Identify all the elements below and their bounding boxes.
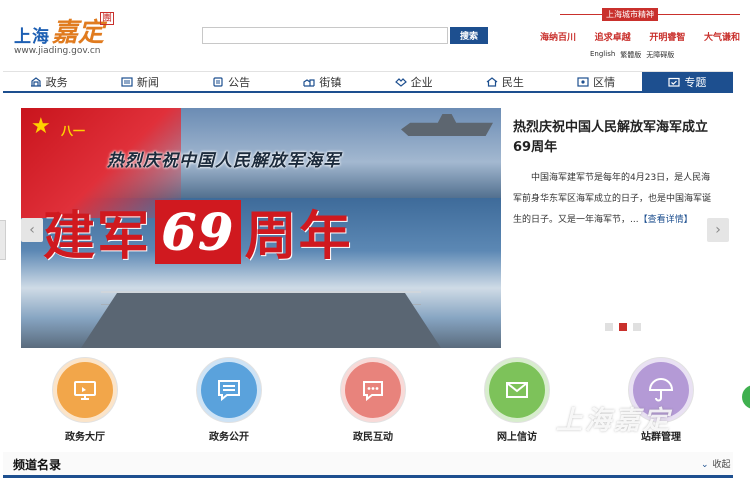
nav-label: 专题 — [684, 75, 707, 89]
map-pin-icon — [577, 76, 589, 87]
directory-collapse-toggle[interactable]: ⌄ 收起 — [701, 457, 731, 470]
spirit-words: 海纳百川 追求卓越 开明睿智 大气谦和 — [540, 30, 740, 43]
chevron-right-icon: › — [715, 222, 721, 238]
nav-item-zhengwu[interactable]: 政务 — [3, 72, 94, 91]
banner-flag-text: 八一 — [61, 124, 86, 138]
quick-link-label: 政民互动 — [353, 432, 393, 443]
spirit-word: 大气谦和 — [703, 33, 740, 43]
spirit-word: 追求卓越 — [594, 33, 631, 43]
newspaper-icon — [121, 76, 133, 87]
slider-prev-button[interactable]: ‹ — [21, 218, 43, 242]
quick-link-interaction[interactable]: 政民互动 — [328, 358, 418, 443]
quick-link-circle — [485, 358, 549, 422]
lang-link-english[interactable]: English — [590, 50, 615, 60]
quick-link-service-hall[interactable]: 政务大厅 — [40, 358, 130, 443]
floating-service-button[interactable] — [742, 385, 750, 409]
spirit-tag: 上海城市精神 — [602, 8, 658, 21]
slider-dot-active[interactable] — [619, 323, 627, 331]
search-button[interactable]: 搜索 — [450, 27, 488, 44]
nav-label: 政务 — [45, 75, 68, 89]
banner-headline-after: 周年 — [244, 206, 353, 267]
quick-link-label: 网上信访 — [497, 432, 537, 443]
nav-label: 民生 — [501, 75, 524, 89]
quick-link-label: 政务公开 — [209, 432, 249, 443]
chat-doc-icon — [218, 380, 240, 402]
logo-text: 上海 — [14, 27, 50, 47]
calendar-check-icon — [668, 77, 680, 87]
slider-dots — [605, 323, 641, 331]
nav-item-jiezhen[interactable]: 街镇 — [277, 72, 368, 91]
nav-item-xinwen[interactable]: 新闻 — [94, 72, 185, 91]
quick-link-label: 政务大厅 — [65, 432, 105, 443]
nav-item-minsheng[interactable]: 民生 — [459, 72, 550, 91]
building-icon — [30, 76, 41, 87]
monitor-icon — [74, 381, 96, 400]
nav-label: 区情 — [593, 75, 616, 89]
ship-deck — [81, 293, 441, 348]
nav-item-gonggao[interactable]: 公告 — [186, 72, 277, 91]
banner-headline-before: 建军 — [43, 206, 152, 267]
directory-toggle-label: 收起 — [712, 460, 731, 470]
feature-title[interactable]: 热烈庆祝中国人民解放军海军成立69周年 — [513, 118, 713, 158]
spirit-word: 开明睿智 — [649, 33, 686, 43]
quick-link-circle — [53, 358, 117, 422]
banner-headline: 建军 69 周年 — [43, 194, 353, 269]
channel-directory-bar: 频道名录 ⌄ 收起 — [3, 452, 733, 478]
speech-bubble-icon — [363, 381, 383, 402]
quick-link-petition[interactable]: 网上信访 — [472, 358, 562, 443]
feature-slider: ★ 八一 热烈庆祝中国人民解放军海军 建军 69 周年 热烈庆祝中国人民解放军海… — [3, 96, 733, 354]
quick-link-circle — [341, 358, 405, 422]
logo-seal: 團 — [100, 12, 114, 25]
chevron-left-icon: ‹ — [29, 222, 35, 238]
nav-label: 新闻 — [136, 75, 159, 89]
slider-next-button[interactable]: › — [707, 218, 729, 242]
directory-title: 频道名录 — [13, 458, 62, 472]
nav-item-qiye[interactable]: 企业 — [368, 72, 459, 91]
home-icon — [486, 76, 498, 87]
site-header: 上海 嘉定 團 www.jiading.gov.cn 搜索 上海城市精神 海纳百… — [0, 0, 750, 68]
slider-dot[interactable] — [633, 323, 641, 331]
side-collapse-tab[interactable] — [0, 220, 6, 260]
feature-description: 中国海军建军节是每年的4月23日，是人民海军前身华东军区海军成立的日子，也是中国… — [513, 168, 713, 231]
slider-dot[interactable] — [605, 323, 613, 331]
spirit-word: 海纳百川 — [540, 33, 577, 43]
lang-link-traditional[interactable]: 繁體版 — [620, 50, 641, 60]
nav-label: 公告 — [228, 75, 251, 89]
star-icon: ★ — [31, 114, 51, 139]
town-icon — [303, 78, 315, 87]
nav-item-quqing[interactable]: 区情 — [551, 72, 642, 91]
language-links: English 繁體版 无障碍版 — [590, 50, 674, 60]
banner-headline-number: 69 — [155, 199, 241, 264]
logo-url: www.jiading.gov.cn — [14, 46, 101, 56]
chevron-down-icon: ⌄ — [701, 460, 709, 470]
watermark: 上海嘉定 — [556, 406, 673, 436]
handshake-icon — [394, 77, 407, 87]
logo-art-text: 嘉定 — [52, 18, 105, 48]
quick-link-circle — [197, 358, 261, 422]
site-logo[interactable]: 上海 嘉定 團 www.jiading.gov.cn — [14, 10, 124, 62]
quick-links: 政务大厅 政务公开 政民互动 网上信访 站群管理 上海嘉定 — [3, 358, 733, 450]
feature-banner-image[interactable]: ★ 八一 热烈庆祝中国人民解放军海军 建军 69 周年 — [21, 108, 501, 348]
nav-label: 街镇 — [319, 75, 342, 89]
view-details-link[interactable]: 【查看详情】 — [639, 215, 693, 225]
banner-subtitle: 热烈庆祝中国人民解放军海军 — [107, 151, 341, 171]
search-input[interactable] — [202, 27, 448, 44]
quick-link-gov-open[interactable]: 政务公开 — [184, 358, 274, 443]
envelope-icon — [506, 382, 528, 398]
lang-link-accessible[interactable]: 无障碍版 — [646, 50, 674, 60]
nav-label: 企业 — [410, 75, 433, 89]
main-nav: 政务 新闻 公告 街镇 企业 民生 区情 专题 — [3, 71, 733, 93]
notice-icon — [213, 76, 223, 87]
nav-item-zhuanti[interactable]: 专题 — [641, 72, 733, 91]
